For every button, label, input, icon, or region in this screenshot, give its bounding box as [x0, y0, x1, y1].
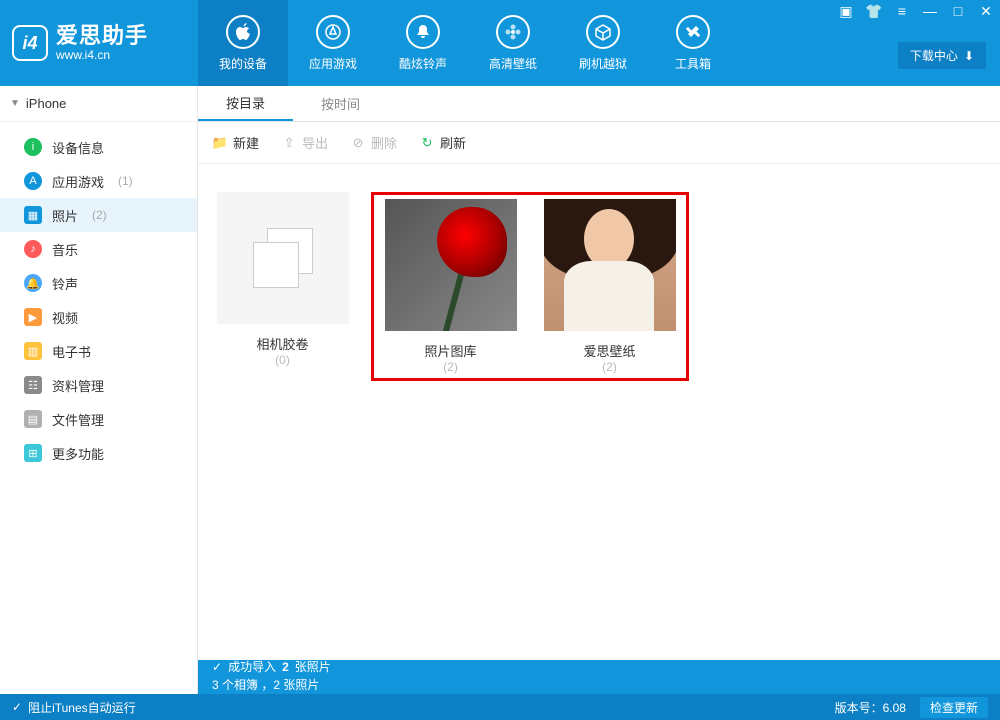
export-icon: ⇪: [281, 135, 297, 151]
album-camera-roll[interactable]: 相机胶卷 (0): [210, 192, 355, 381]
delete-button[interactable]: ⊘删除: [350, 133, 397, 152]
skin-icon[interactable]: 👕: [860, 0, 888, 22]
bell-icon: 🔔: [24, 274, 42, 292]
close-button[interactable]: ✕: [972, 0, 1000, 22]
download-icon: ⬇: [964, 49, 974, 63]
bell-icon: [406, 15, 440, 49]
nav-label: 高清壁纸: [489, 55, 537, 72]
tools-icon: [676, 15, 710, 49]
feedback-icon[interactable]: ▣: [832, 0, 860, 22]
logo-area: i4 爱思助手 www.i4.cn: [0, 0, 198, 86]
album-thumb-girl: [544, 199, 676, 331]
album-thumb-rose: [385, 199, 517, 331]
header: i4 爱思助手 www.i4.cn 我的设备 应用游戏 酷炫铃声 高清壁纸 刷机…: [0, 0, 1000, 86]
photo-icon: ▦: [24, 206, 42, 224]
nav-label: 酷炫铃声: [399, 55, 447, 72]
sidebar-item-apps[interactable]: A应用游戏(1): [0, 164, 197, 198]
sidebar-item-data[interactable]: ☷资料管理: [0, 368, 197, 402]
delete-icon: ⊘: [350, 135, 366, 151]
nav-label: 工具箱: [675, 55, 711, 72]
sidebar-item-ebooks[interactable]: ▥电子书: [0, 334, 197, 368]
data-icon: ☷: [24, 376, 42, 394]
version-label: 版本号：6.08: [835, 699, 906, 716]
status-bar: ✓ 成功导入 2 张照片 3 个相簿 ，2 张照片: [198, 660, 1000, 694]
export-button[interactable]: ⇪导出: [281, 133, 328, 152]
main-content: 按目录 按时间 📁新建 ⇪导出 ⊘删除 ↻刷新 相机胶卷 (0) 照片图库 (2…: [198, 86, 1000, 660]
device-header[interactable]: ▼ iPhone: [0, 86, 197, 122]
footer: ✓ 阻止iTunes自动运行 版本号：6.08 检查更新: [0, 694, 1000, 720]
logo-icon: i4: [12, 25, 48, 61]
album-photo-library[interactable]: 照片图库 (2): [378, 199, 523, 374]
music-icon: ♪: [24, 240, 42, 258]
sidebar-item-more[interactable]: ⊞更多功能: [0, 436, 197, 470]
apple-icon: [226, 15, 260, 49]
refresh-icon: ↻: [419, 135, 435, 151]
app-subtitle: www.i4.cn: [56, 49, 148, 62]
view-tabs: 按目录 按时间: [198, 86, 1000, 122]
sidebar-item-files[interactable]: ▤文件管理: [0, 402, 197, 436]
nav-my-device[interactable]: 我的设备: [198, 0, 288, 86]
minimize-button[interactable]: —: [916, 0, 944, 22]
highlight-box: 照片图库 (2) 爱思壁纸 (2): [371, 192, 689, 381]
video-icon: ▶: [24, 308, 42, 326]
nav-wallpapers[interactable]: 高清壁纸: [468, 0, 558, 86]
nav-toolbox[interactable]: 工具箱: [648, 0, 738, 86]
chevron-down-icon: ▼: [10, 98, 20, 109]
sidebar-item-photos[interactable]: ▦照片(2): [0, 198, 197, 232]
box-icon: [586, 15, 620, 49]
folder-plus-icon: 📁: [212, 135, 228, 151]
check-update-button[interactable]: 检查更新: [920, 697, 988, 718]
new-button[interactable]: 📁新建: [212, 133, 259, 152]
tab-by-time[interactable]: 按时间: [293, 86, 388, 121]
sidebar: ▼ iPhone i设备信息 A应用游戏(1) ▦照片(2) ♪音乐 🔔铃声 ▶…: [0, 86, 198, 694]
flower-icon: [496, 15, 530, 49]
sidebar-item-deviceinfo[interactable]: i设备信息: [0, 130, 197, 164]
album-thumb-empty: [217, 192, 349, 324]
appstore-icon: [316, 15, 350, 49]
device-name: iPhone: [26, 96, 66, 111]
nav-label: 我的设备: [219, 55, 267, 72]
itunes-block-toggle[interactable]: ✓ 阻止iTunes自动运行: [12, 699, 136, 716]
more-icon: ⊞: [24, 444, 42, 462]
sidebar-item-music[interactable]: ♪音乐: [0, 232, 197, 266]
file-icon: ▤: [24, 410, 42, 428]
check-icon: ✓: [12, 700, 22, 714]
apps-icon: A: [24, 172, 42, 190]
info-icon: i: [24, 138, 42, 156]
nav-label: 应用游戏: [309, 55, 357, 72]
album-grid: 相机胶卷 (0) 照片图库 (2) 爱思壁纸 (2): [198, 164, 1000, 409]
app-title: 爱思助手: [56, 24, 148, 48]
book-icon: ▥: [24, 342, 42, 360]
maximize-button[interactable]: □: [944, 0, 972, 22]
nav-ringtones[interactable]: 酷炫铃声: [378, 0, 468, 86]
menu-icon[interactable]: ≡: [888, 0, 916, 22]
main-nav: 我的设备 应用游戏 酷炫铃声 高清壁纸 刷机越狱 工具箱: [198, 0, 738, 86]
album-aisi-wallpaper[interactable]: 爱思壁纸 (2): [537, 199, 682, 374]
status-summary: 3 个相簿 ，2 张照片: [212, 678, 331, 694]
sidebar-item-ringtones[interactable]: 🔔铃声: [0, 266, 197, 300]
toolbar: 📁新建 ⇪导出 ⊘删除 ↻刷新: [198, 122, 1000, 164]
nav-jailbreak[interactable]: 刷机越狱: [558, 0, 648, 86]
sidebar-item-videos[interactable]: ▶视频: [0, 300, 197, 334]
nav-label: 刷机越狱: [579, 55, 627, 72]
download-center-button[interactable]: 下载中心 ⬇: [898, 42, 986, 69]
window-controls: ▣ 👕 ≡ — □ ✕: [832, 0, 1000, 24]
check-icon: ✓: [212, 660, 222, 676]
tab-by-directory[interactable]: 按目录: [198, 86, 293, 121]
refresh-button[interactable]: ↻刷新: [419, 133, 466, 152]
nav-apps[interactable]: 应用游戏: [288, 0, 378, 86]
